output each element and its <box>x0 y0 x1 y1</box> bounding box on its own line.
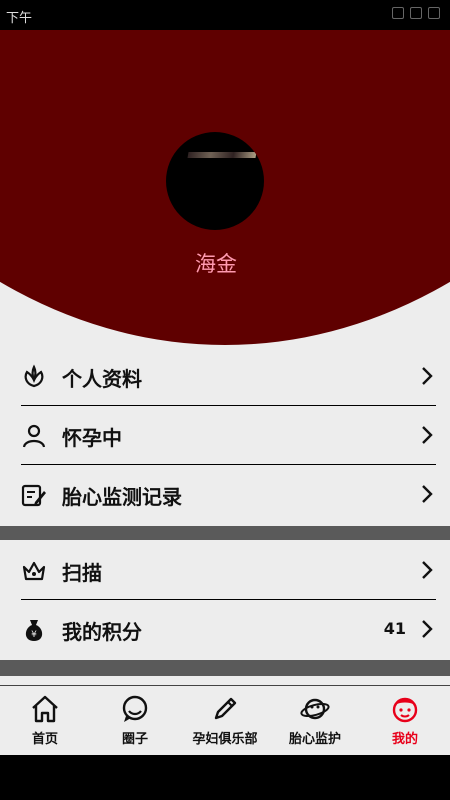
chevron-right-icon <box>422 485 433 503</box>
scan-crown-icon <box>22 561 46 581</box>
profile-header: 海金 <box>0 30 450 350</box>
chevron-right-icon <box>422 561 433 579</box>
pencil-icon <box>214 697 237 720</box>
status-icons <box>392 7 440 19</box>
section-divider <box>0 526 450 540</box>
menu-item-personal-info[interactable]: 个人资料 <box>0 347 450 406</box>
home-icon <box>32 695 58 723</box>
svg-text:¥: ¥ <box>31 630 37 640</box>
menu-item-scan[interactable]: 扫描 <box>0 541 450 600</box>
battery-icon <box>428 7 440 19</box>
nav-item-home[interactable]: 首页 <box>0 686 90 756</box>
avatar-image <box>187 152 257 158</box>
nav-label-fetal-monitor: 胎心监护 <box>288 732 341 747</box>
menu-item-pregnancy-status[interactable]: 怀孕中 <box>0 405 450 465</box>
menu-label-pregnancy-status: 怀孕中 <box>62 426 122 450</box>
planet-icon <box>300 698 330 720</box>
chat-bubble-icon <box>122 695 148 722</box>
status-bar: 下午 <box>0 0 450 30</box>
nav-item-club[interactable]: 孕妇俱乐部 <box>180 686 270 756</box>
profile-face-icon <box>392 697 418 723</box>
record-edit-icon <box>21 484 46 507</box>
section-divider <box>0 660 450 676</box>
status-time: 下午 <box>6 11 33 26</box>
nav-label-home: 首页 <box>31 732 58 747</box>
bottom-nav: 首页 圈子 孕妇俱乐部 胎心监护 我的 <box>0 685 450 756</box>
menu-item-points[interactable]: ¥ 我的积分 41 <box>0 599 450 659</box>
menu-label-fetal-heart-records: 胎心监测记录 <box>62 485 182 509</box>
nav-label-club: 孕妇俱乐部 <box>192 732 258 747</box>
menu-label-points: 我的积分 <box>62 620 142 644</box>
person-icon <box>22 424 46 448</box>
chevron-right-icon <box>422 367 433 385</box>
wifi-icon <box>410 7 422 19</box>
chevron-right-icon <box>422 426 433 444</box>
points-value: 41 <box>383 619 406 638</box>
menu-item-fetal-heart-records[interactable]: 胎心监测记录 <box>0 464 450 524</box>
nav-item-fetal-monitor[interactable]: 胎心监护 <box>270 686 360 756</box>
menu-group-account: 个人资料 怀孕中 胎心监测记录 <box>0 347 450 524</box>
flower-icon <box>24 364 44 388</box>
money-bag-icon: ¥ <box>25 620 43 641</box>
menu-label-scan: 扫描 <box>62 561 102 585</box>
system-navigation-bar <box>0 755 450 800</box>
nav-item-mine[interactable]: 我的 <box>360 686 450 756</box>
chevron-right-icon <box>422 620 433 638</box>
nav-label-circle: 圈子 <box>121 732 148 747</box>
menu-label-personal-info: 个人资料 <box>62 367 142 391</box>
avatar[interactable] <box>166 132 264 230</box>
nav-item-circle[interactable]: 圈子 <box>90 686 180 756</box>
username: 海金 <box>195 252 237 276</box>
profile-screen: 下午 海金 个人资料 怀孕中 胎心监测记录 扫描 ¥ 我的积分 41 首页 圈子… <box>0 0 450 800</box>
menu-group-tools: 扫描 ¥ 我的积分 41 <box>0 541 450 659</box>
signal-icon <box>392 7 404 19</box>
nav-label-mine: 我的 <box>391 732 418 747</box>
